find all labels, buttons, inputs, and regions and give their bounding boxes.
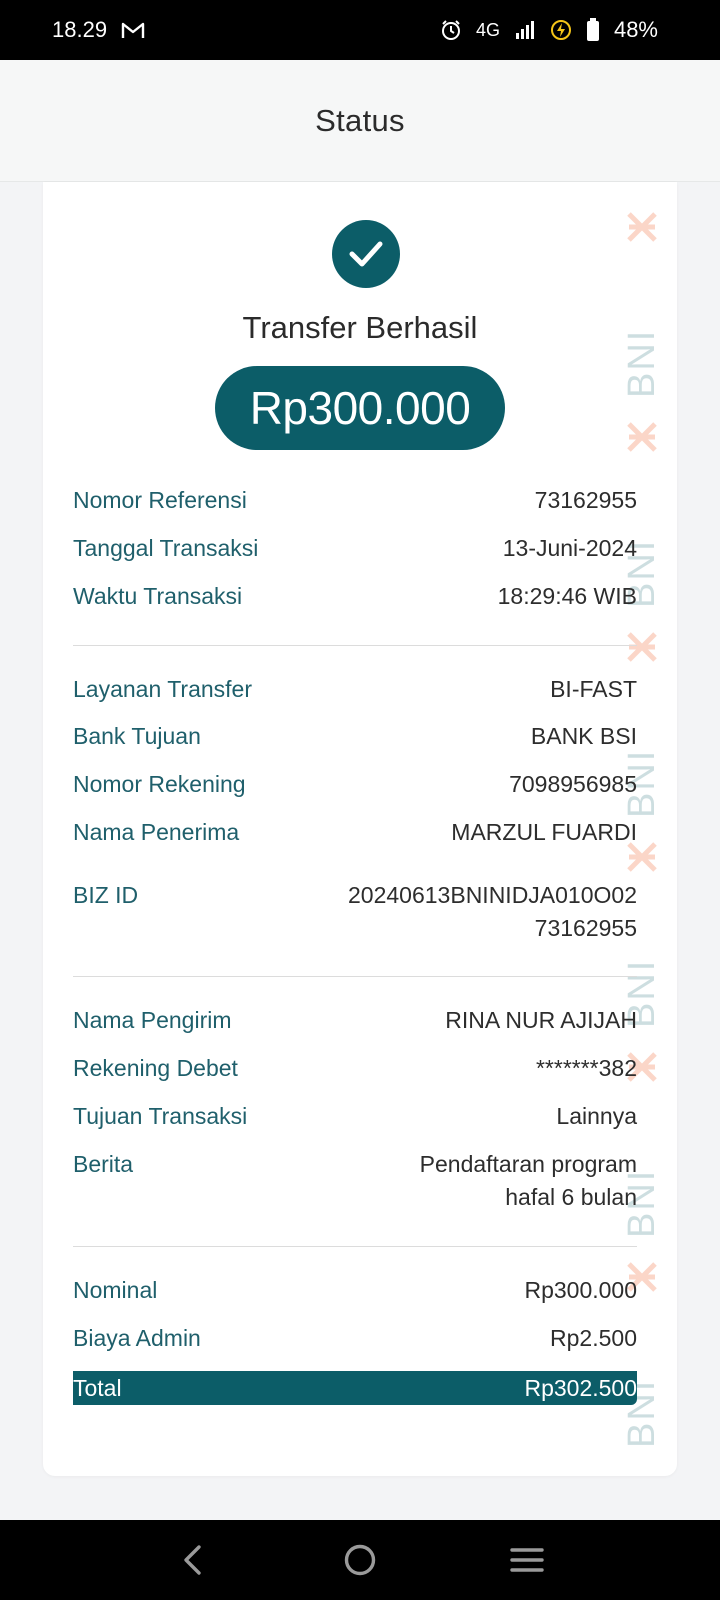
detail-value: Rp300.000: [524, 1277, 637, 1303]
detail-row-transfer-service: Layanan Transfer BI-FAST: [73, 673, 637, 706]
detail-label: Layanan Transfer: [73, 676, 253, 702]
alarm-icon: [440, 19, 462, 41]
app-header: Status: [0, 60, 720, 182]
detail-value: RINA NUR AJIJAH: [445, 1007, 637, 1033]
detail-label: Nomor Rekening: [73, 771, 246, 797]
message-line-1: Pendaftaran program: [419, 1151, 637, 1177]
detail-value: 13-Juni-2024: [502, 535, 637, 561]
receipt-card: BNIBNIBNIBNIBNIBNIBNI Transfer Berhasil …: [43, 182, 677, 1476]
detail-label: Nama Pengirim: [73, 1007, 232, 1033]
detail-row-admin-fee: Biaya Admin Rp2.500: [73, 1322, 637, 1355]
detail-value: BI-FAST: [550, 676, 637, 702]
detail-label: Rekening Debet: [73, 1055, 238, 1081]
detail-label: Bank Tujuan: [73, 723, 201, 749]
section-divider: [73, 1246, 637, 1247]
detail-label: BIZ ID: [73, 882, 139, 908]
detail-value: 73162955: [534, 487, 637, 513]
page-title: Status: [315, 102, 405, 138]
detail-value: 7098956985: [509, 771, 637, 797]
bni-watermark-logo: BNI: [625, 212, 659, 398]
detail-value: Lainnya: [556, 1103, 637, 1129]
detail-value: Rp2.500: [550, 1325, 637, 1351]
detail-value: 18:29:46 WIB: [497, 583, 637, 609]
charging-icon: [550, 19, 572, 41]
detail-row-debit-account: Rekening Debet *******382: [73, 1052, 637, 1085]
gmail-icon: [121, 21, 145, 39]
detail-row-biz-id: BIZ ID 20240613BNINIDJA010O02 73162955: [73, 879, 637, 945]
detail-row-time: Waktu Transaksi 18:29:46 WIB: [73, 580, 637, 613]
detail-row-bank: Bank Tujuan BANK BSI: [73, 720, 637, 753]
transfer-amount-value: Rp300.000: [249, 382, 471, 434]
network-type: 4G: [475, 19, 500, 40]
section-divider: [73, 645, 637, 646]
status-bar: 18.29 4G 48%: [0, 0, 720, 60]
detail-row-reference: Nomor Referensi 73162955: [73, 484, 637, 517]
detail-value: Pendaftaran program hafal 6 bulan: [317, 1148, 637, 1214]
detail-row-nominal: Nominal Rp300.000: [73, 1274, 637, 1307]
detail-row-purpose: Tujuan Transaksi Lainnya: [73, 1100, 637, 1133]
battery-level: 48%: [613, 17, 658, 42]
total-row: Total Rp302.500: [73, 1371, 637, 1405]
signal-icon: [514, 20, 536, 40]
success-check-icon: [332, 220, 400, 288]
menu-icon[interactable]: [497, 1530, 557, 1590]
detail-value: BANK BSI: [530, 723, 637, 749]
section-divider: [73, 976, 637, 977]
detail-row-sender: Nama Pengirim RINA NUR AJIJAH: [73, 1004, 637, 1037]
detail-value: MARZUL FUARDI: [451, 819, 637, 845]
transfer-status-title: Transfer Berhasil: [242, 310, 478, 345]
system-nav-bar: [0, 1520, 720, 1600]
detail-label: Biaya Admin: [73, 1325, 201, 1351]
biz-id-line-2: 73162955: [534, 915, 637, 941]
detail-row-recipient: Nama Penerima MARZUL FUARDI: [73, 816, 637, 849]
total-label: Total: [73, 1374, 122, 1401]
detail-label: Berita: [73, 1151, 134, 1177]
biz-id-line-1: 20240613BNINIDJA010O02: [348, 882, 637, 908]
transfer-amount: Rp300.000: [215, 366, 505, 450]
detail-label: Nomor Referensi: [73, 487, 247, 513]
message-line-2: hafal 6 bulan: [505, 1184, 637, 1210]
status-time: 18.29: [52, 17, 108, 42]
back-icon[interactable]: [163, 1530, 223, 1590]
detail-label: Nama Penerima: [73, 819, 240, 845]
total-value: Rp302.500: [524, 1374, 637, 1401]
detail-label: Nominal: [73, 1277, 158, 1303]
home-icon[interactable]: [330, 1530, 390, 1590]
detail-row-account-number: Nomor Rekening 7098956985: [73, 768, 637, 801]
detail-label: Tujuan Transaksi: [73, 1103, 248, 1129]
detail-label: Tanggal Transaksi: [73, 535, 259, 561]
detail-row-message: Berita Pendaftaran program hafal 6 bulan: [73, 1148, 637, 1214]
battery-icon: [586, 18, 600, 42]
detail-label: Waktu Transaksi: [73, 583, 243, 609]
detail-value: 20240613BNINIDJA010O02 73162955: [317, 879, 637, 945]
detail-row-date: Tanggal Transaksi 13-Juni-2024: [73, 532, 637, 565]
detail-value: *******382: [535, 1055, 637, 1081]
